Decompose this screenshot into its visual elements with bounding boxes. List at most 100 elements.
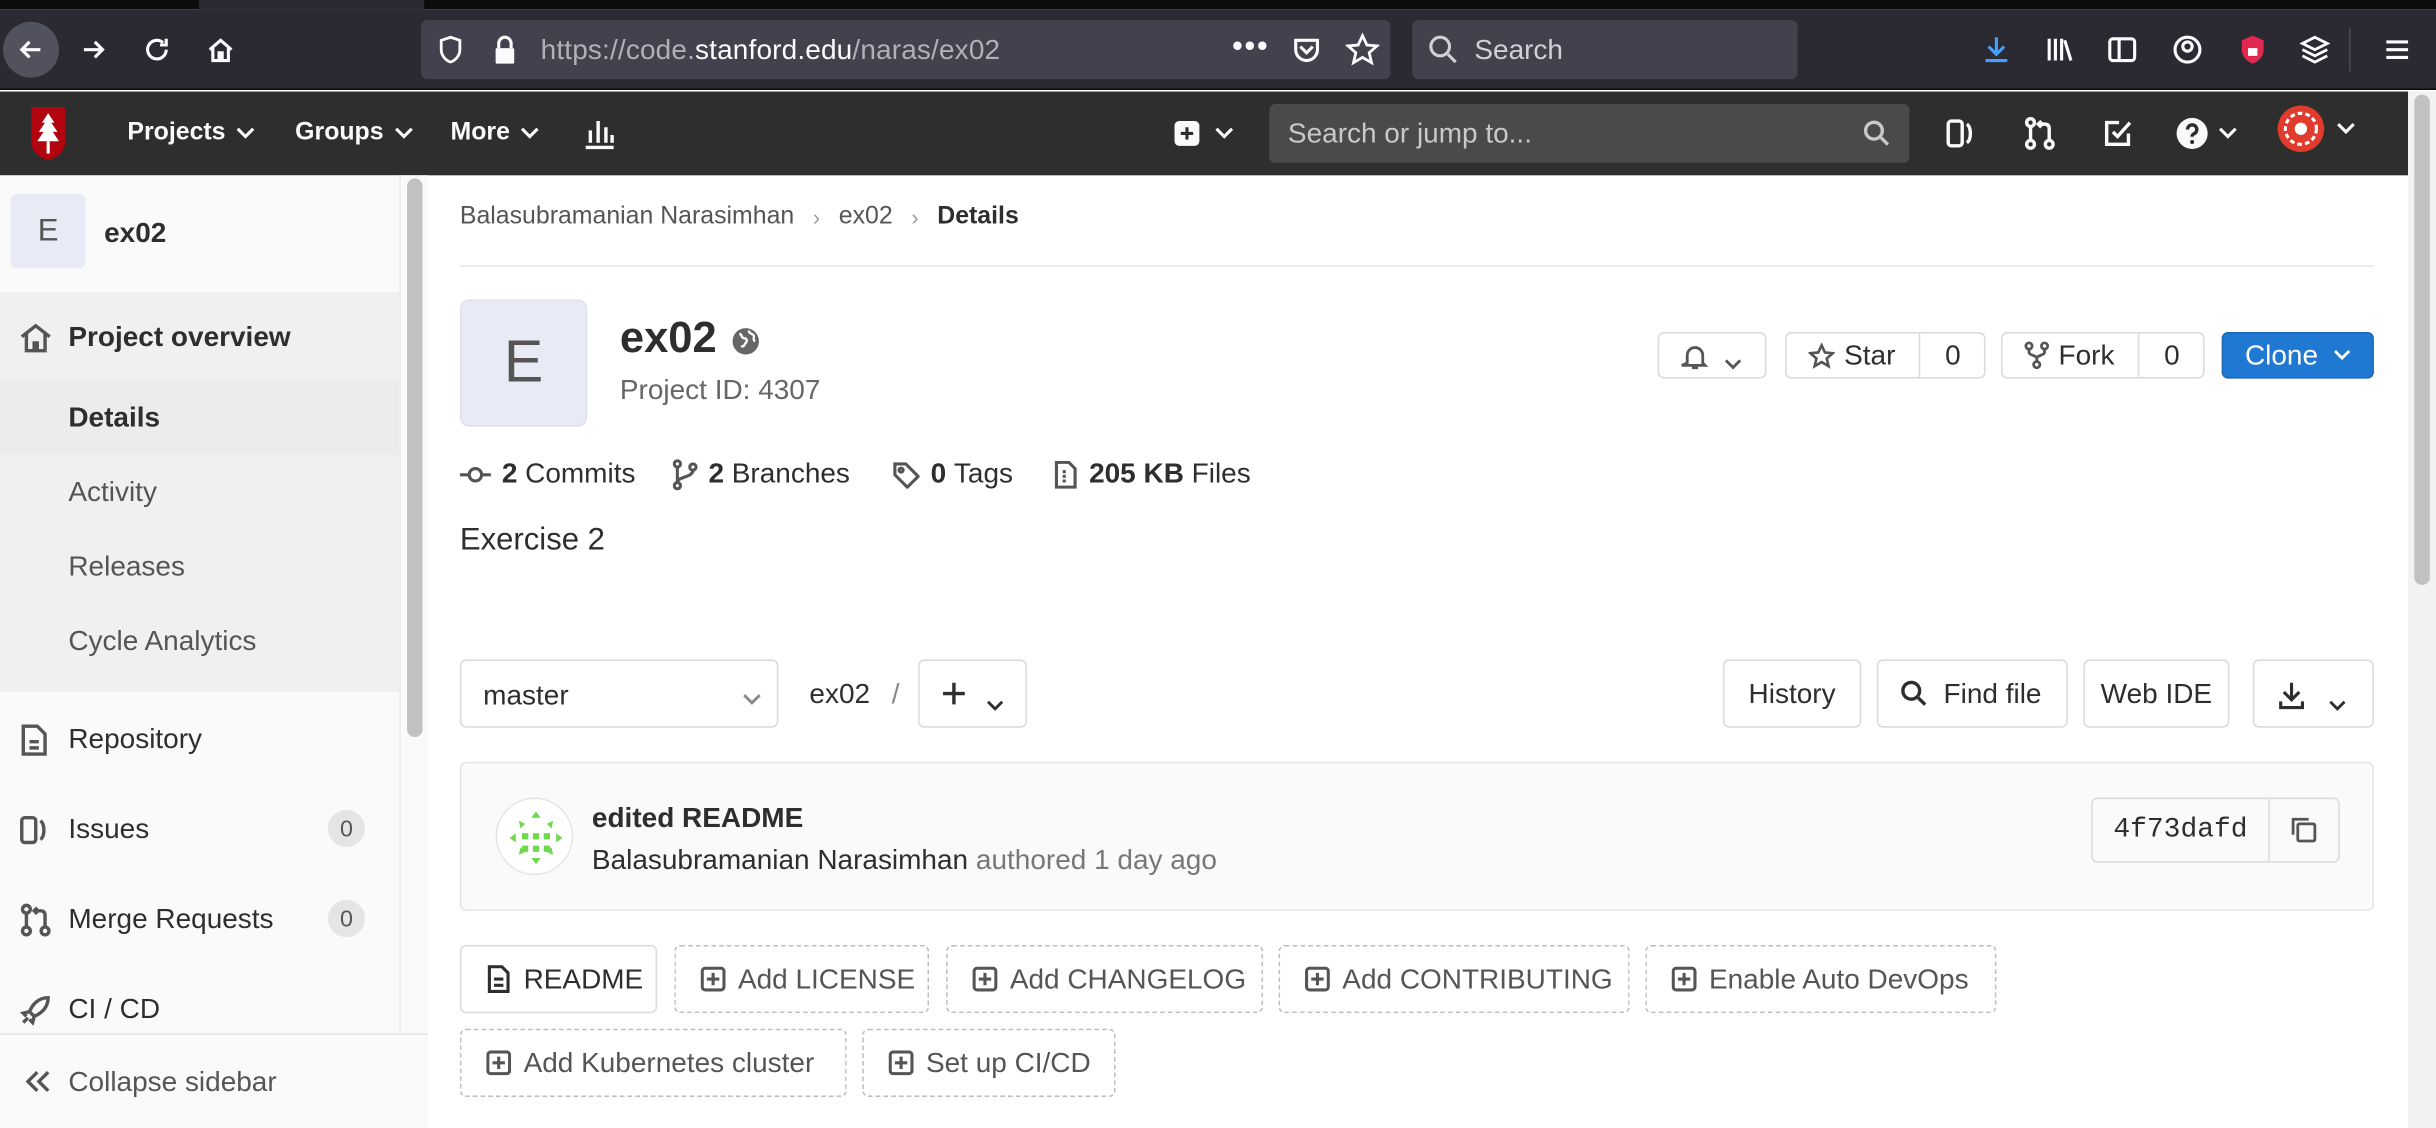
chevron-down-icon (2329, 687, 2346, 720)
setup-cicd-button[interactable]: Set up CI/CD (862, 1028, 1116, 1097)
library-icon[interactable] (2035, 25, 2085, 75)
new-item-dropdown[interactable] (1173, 113, 1234, 153)
sidebar-item-cycle-analytics[interactable]: Cycle Analytics (0, 604, 399, 678)
sidebar-item-label: Activity (68, 475, 157, 507)
notification-dropdown[interactable] (1657, 332, 1767, 379)
sidebar-item-details[interactable]: Details (0, 380, 400, 455)
divider (459, 265, 2374, 267)
branches-count: 2 (708, 457, 725, 489)
commit-title-link[interactable]: edited README (592, 802, 803, 835)
pocket-icon[interactable] (1291, 34, 1322, 73)
back-icon[interactable] (3, 21, 60, 78)
sidebar-item-issues[interactable]: Issues 0 (0, 791, 399, 865)
breadcrumb-owner-link[interactable]: Balasubramanian Narasimhan (460, 203, 794, 231)
sidebar-item-label: Project overview (68, 320, 291, 352)
readme-button[interactable]: README (459, 944, 658, 1014)
todos-panel-icon[interactable] (1945, 113, 1976, 153)
todo-check-icon[interactable] (2102, 113, 2133, 153)
gitlab-header: Projects Groups More Search or jump to..… (0, 91, 2409, 176)
url-domain: stanford.edu (695, 34, 853, 66)
browser-search-input[interactable]: Search (1412, 20, 1798, 80)
sidebar-scrollbar[interactable] (399, 175, 428, 1034)
url-text[interactable]: https://code.stanford.edu/naras/ex02 (541, 34, 1001, 67)
star-button[interactable]: Star (1787, 333, 1921, 378)
plus-square-icon (972, 966, 998, 992)
sidebar-item-project-overview[interactable]: Project overview (0, 299, 399, 373)
active-tab-indicator[interactable] (198, 0, 425, 10)
help-dropdown[interactable] (2175, 113, 2237, 153)
sidebar-toggle-icon[interactable] (2097, 25, 2147, 75)
sidebar-item-activity[interactable]: Activity (0, 455, 399, 529)
gitlab-search-input[interactable]: Search or jump to... (1269, 103, 1910, 163)
shield-icon[interactable] (437, 34, 465, 73)
enable-auto-devops-button[interactable]: Enable Auto DevOps (1645, 944, 1997, 1014)
repo-path-link[interactable]: ex02 (809, 678, 870, 711)
download-dropdown[interactable] (2252, 659, 2374, 728)
chevron-down-icon (394, 119, 413, 147)
merge-request-icon[interactable] (2023, 113, 2057, 153)
home-icon[interactable] (196, 25, 246, 75)
user-avatar-dropdown[interactable] (2276, 105, 2355, 153)
find-file-button[interactable]: Find file (1876, 659, 2068, 728)
fork-count[interactable]: 0 (2139, 334, 2204, 377)
page-scrollbar[interactable] (2408, 91, 2436, 1128)
breadcrumb-project-link[interactable]: ex02 (839, 203, 893, 231)
sidebar-item-repository[interactable]: Repository (0, 701, 399, 775)
reload-icon[interactable] (132, 25, 182, 75)
add-changelog-button[interactable]: Add CHANGELOG (946, 944, 1264, 1014)
nav-more[interactable]: More (451, 92, 540, 176)
project-avatar: E (459, 299, 588, 427)
avatar[interactable] (495, 797, 574, 876)
stat-files[interactable]: 205 KB Files (1053, 458, 1251, 491)
project-sidebar: E ex02 Project overview Details Activity… (0, 175, 428, 1128)
sidebar-item-label: Repository (68, 722, 203, 754)
stanford-logo[interactable] (28, 104, 68, 171)
clone-dropdown-button[interactable]: Clone (2221, 332, 2374, 379)
lock-icon[interactable] (492, 34, 517, 73)
chevron-right-icon: › (911, 204, 919, 230)
forward-icon[interactable] (68, 25, 118, 75)
sidebar-item-releases[interactable]: Releases (0, 529, 399, 603)
sidebar-scrollbar-thumb[interactable] (407, 178, 423, 738)
stat-branches[interactable]: 2 Branches (672, 457, 850, 491)
account-icon[interactable] (2163, 25, 2213, 75)
collapse-sidebar-button[interactable]: Collapse sidebar (0, 1033, 428, 1128)
page-scrollbar-thumb[interactable] (2414, 94, 2430, 585)
commit-sha-group: 4f73dafd (2091, 797, 2340, 863)
add-contributing-button[interactable]: Add CONTRIBUTING (1278, 944, 1630, 1014)
url-bar[interactable]: https://code.stanford.edu/naras/ex02 ••• (421, 20, 1391, 80)
breadcrumb-current[interactable]: Details (937, 203, 1019, 231)
page-actions-icon[interactable]: ••• (1232, 29, 1269, 65)
sidebar-item-merge-requests[interactable]: Merge Requests 0 (0, 881, 399, 955)
add-kubernetes-cluster-button[interactable]: Add Kubernetes cluster (459, 1028, 847, 1097)
downloads-icon[interactable] (1972, 25, 2022, 75)
history-button[interactable]: History (1722, 659, 1862, 728)
page-title: ex02 (619, 313, 717, 362)
plus-square-icon (700, 966, 726, 992)
extension-shield-icon[interactable] (2228, 25, 2278, 75)
copy-icon[interactable] (2270, 799, 2338, 861)
star-count[interactable]: 0 (1920, 334, 1985, 377)
activity-chart-icon[interactable] (583, 113, 617, 153)
web-ide-button[interactable]: Web IDE (2083, 659, 2230, 728)
bookmark-star-icon[interactable] (1344, 32, 1381, 75)
stat-tags[interactable]: 0 Tags (892, 458, 1013, 491)
stat-commits[interactable]: 2 Commits (459, 458, 635, 491)
commit-icon (459, 465, 491, 484)
nav-projects[interactable]: Projects (127, 92, 255, 176)
nav-groups[interactable]: Groups (295, 92, 413, 176)
layers-icon[interactable] (2290, 25, 2340, 75)
commit-meta: Balasubramanian Narasimhan authored 1 da… (592, 844, 1217, 877)
commit-sha-link[interactable]: 4f73dafd (2093, 799, 2270, 862)
double-chevron-left-icon (22, 1066, 53, 1105)
branch-selector[interactable]: master (459, 659, 779, 728)
tags-label: Tags (953, 457, 1014, 489)
fork-button[interactable]: Fork (2003, 333, 2140, 378)
add-license-button[interactable]: Add LICENSE (674, 944, 930, 1014)
sidebar-project-header[interactable]: E ex02 (0, 175, 399, 291)
project-overview-group: Project overview Details Activity Releas… (0, 291, 400, 693)
plus-square-icon (888, 1050, 914, 1076)
commit-author-link[interactable]: Balasubramanian Narasimhan (592, 844, 968, 875)
menu-icon[interactable] (2372, 25, 2422, 75)
add-to-tree-dropdown[interactable] (918, 659, 1027, 728)
